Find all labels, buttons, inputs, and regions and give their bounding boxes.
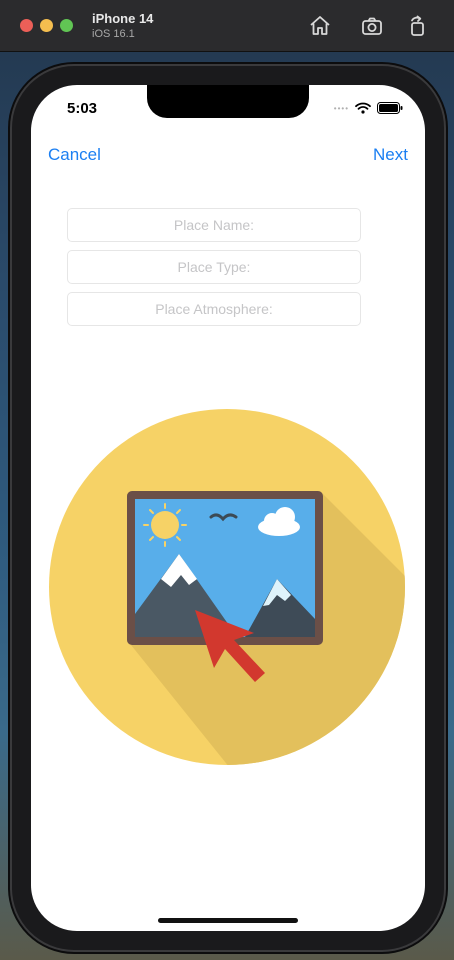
place-type-field[interactable] [67, 250, 361, 284]
place-name-field[interactable] [67, 208, 361, 242]
place-atmosphere-field[interactable] [67, 292, 361, 326]
home-icon [310, 16, 330, 35]
screenshot-button[interactable] [360, 14, 384, 38]
os-version: iOS 16.1 [92, 28, 135, 40]
cellular-dots-icon: •••• [333, 103, 349, 113]
home-button[interactable] [308, 14, 332, 38]
app-screen: 5:03 •••• Cancel Next [31, 85, 425, 931]
minimize-window-button[interactable] [40, 19, 53, 32]
rotate-icon [411, 15, 424, 36]
wifi-icon [355, 102, 371, 114]
home-indicator[interactable] [158, 918, 298, 923]
rotate-button[interactable] [406, 14, 430, 38]
cancel-button[interactable]: Cancel [48, 145, 101, 165]
next-button[interactable]: Next [373, 145, 408, 165]
dynamic-notch [147, 85, 309, 118]
simulator-title-bar: iPhone 14 iOS 16.1 [0, 0, 454, 52]
device-name: iPhone 14 [92, 11, 154, 26]
zoom-window-button[interactable] [60, 19, 73, 32]
image-picker-button[interactable] [49, 409, 405, 765]
iphone-device-frame: 5:03 •••• Cancel Next [12, 66, 444, 950]
screenshot-icon [362, 17, 382, 35]
image-upload-icon [49, 409, 405, 765]
status-icons: •••• [334, 102, 403, 114]
status-time: 5:03 [67, 100, 98, 117]
close-window-button[interactable] [20, 19, 33, 32]
battery-icon [377, 102, 403, 114]
